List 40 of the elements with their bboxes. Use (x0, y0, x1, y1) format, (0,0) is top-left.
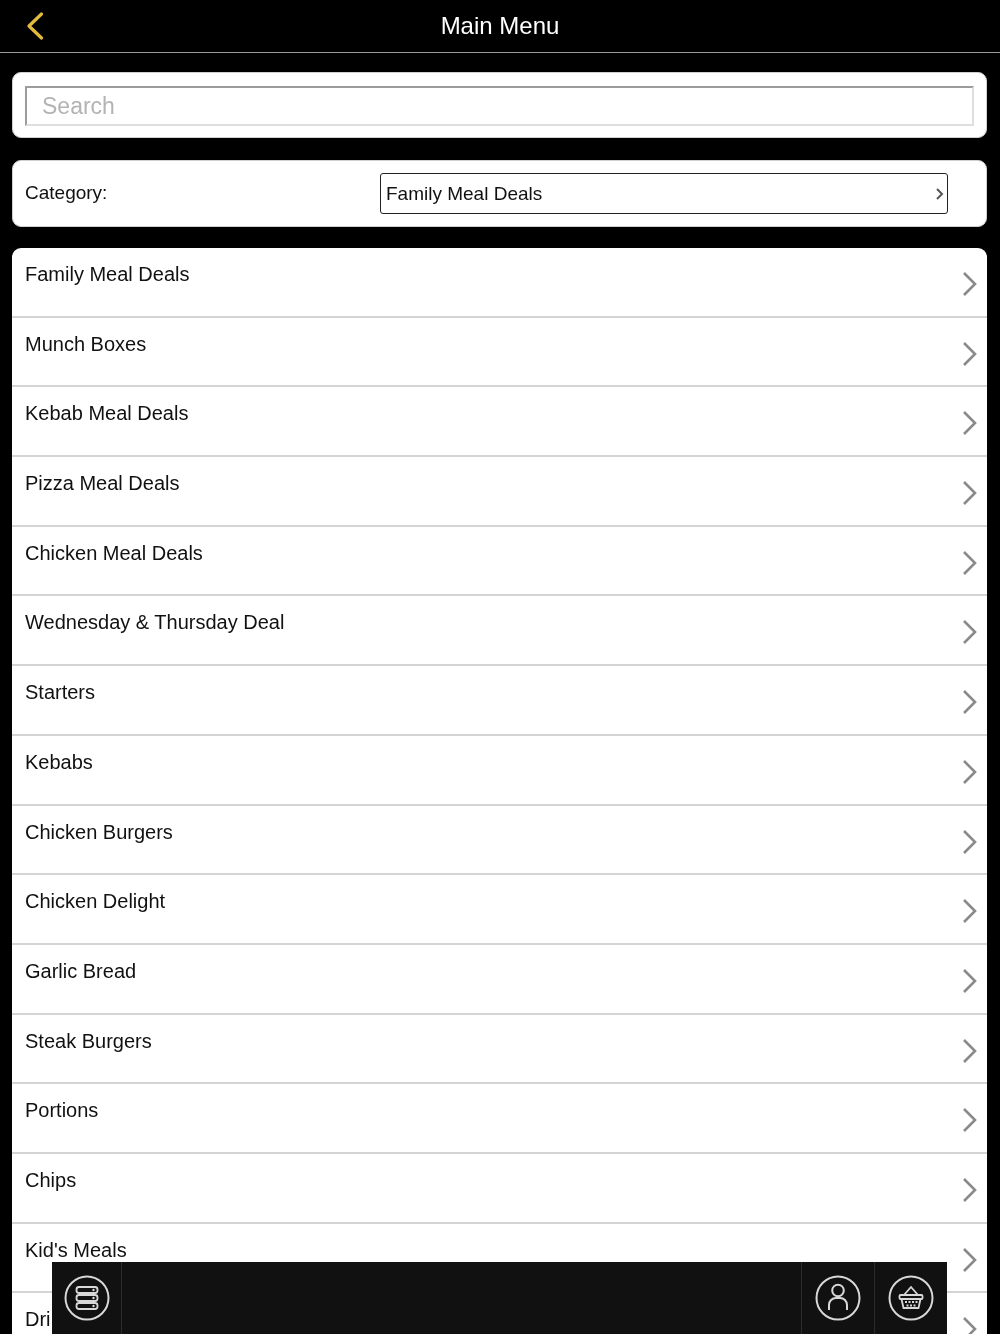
chevron-right-icon[interactable] (962, 967, 977, 994)
chevron-right-icon[interactable] (962, 1107, 977, 1134)
menu-category-item[interactable]: Kid's Meals (25, 1238, 127, 1261)
chevron-right-icon[interactable] (962, 1037, 977, 1064)
chevron-right-icon[interactable] (962, 689, 977, 716)
header-title: Main Menu (440, 12, 560, 40)
search-field[interactable]: Search (25, 86, 974, 126)
menu-category-item[interactable]: Chips (25, 1168, 77, 1191)
chevron-right-icon[interactable] (962, 619, 977, 646)
chevron-right-icon[interactable] (962, 758, 977, 785)
category-label: Category: (25, 181, 108, 204)
menu-category-item[interactable]: Chicken Burgers (25, 820, 173, 843)
chevron-right-icon (935, 186, 944, 201)
menu-category-item[interactable]: Munch Boxes (25, 332, 147, 355)
menu-category-item[interactable]: Wednesday & Thursday Deal (25, 611, 285, 634)
menu-category-item[interactable]: Pizza Meal Deals (25, 472, 180, 495)
menu-category-item[interactable]: Starters (25, 681, 96, 704)
menu-category-item[interactable]: Kebabs (25, 750, 93, 773)
chevron-right-icon[interactable] (962, 410, 977, 437)
menu-category-item[interactable]: Chicken Delight (25, 890, 166, 913)
chevron-right-icon[interactable] (962, 480, 977, 507)
user-icon (815, 1275, 861, 1321)
menu-category-item[interactable]: Garlic Bread (25, 959, 137, 982)
chevron-right-icon[interactable] (962, 549, 977, 576)
basket-icon (888, 1275, 934, 1321)
chevron-right-icon[interactable] (962, 340, 977, 367)
menu-category-item[interactable]: Kebab Meal Deals (25, 402, 189, 425)
menu-category-item[interactable]: Family Meal Deals (25, 263, 190, 285)
menu-category-item[interactable]: Chicken Meal Deals (25, 541, 203, 564)
chevron-right-icon[interactable] (962, 828, 977, 855)
menu-category-item[interactable]: Steak Burgers (25, 1029, 152, 1052)
server-stack-icon (63, 1275, 110, 1321)
menu-category-item[interactable]: Dri (25, 1308, 51, 1331)
chevron-left-icon (26, 12, 44, 40)
chevron-right-icon[interactable] (962, 898, 977, 925)
chevron-right-icon[interactable] (962, 1176, 977, 1203)
chevron-right-icon[interactable] (962, 271, 977, 297)
category-dropdown[interactable]: Family Meal Deals (380, 173, 948, 214)
chevron-right-icon[interactable] (962, 1246, 977, 1273)
menu-category-item[interactable]: Portions (25, 1099, 99, 1122)
